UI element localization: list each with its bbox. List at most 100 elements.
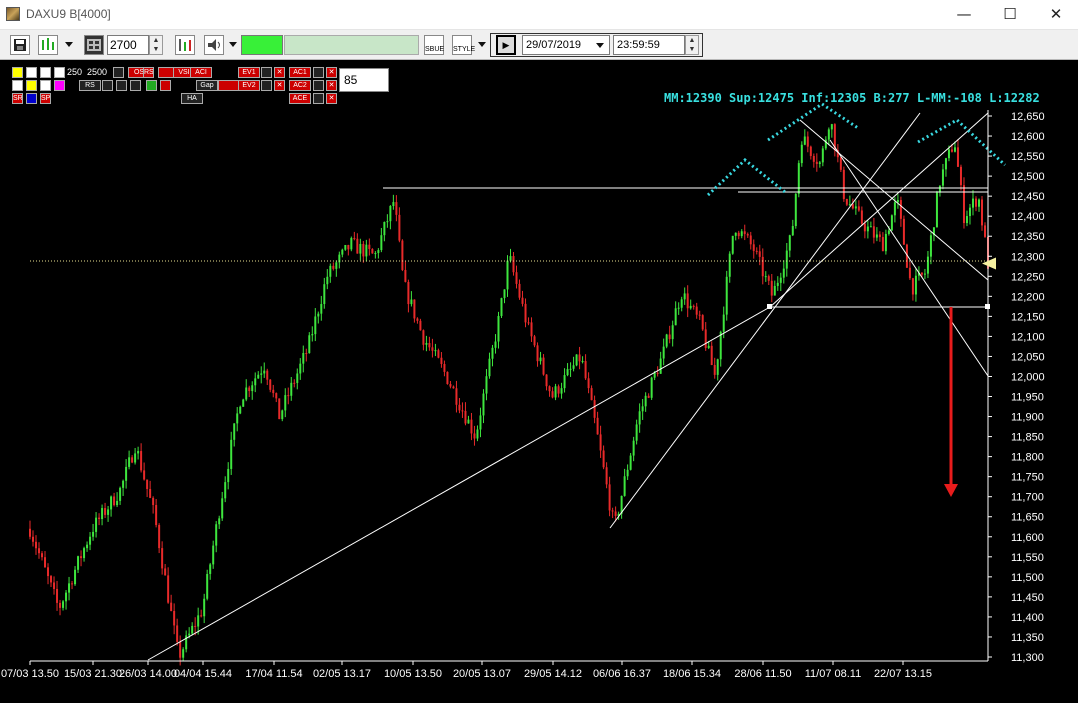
smoothing-input[interactable]: 85: [339, 68, 389, 92]
ace-button[interactable]: ACE: [289, 93, 311, 104]
ac1-button[interactable]: AC1: [289, 67, 311, 78]
sound-icon[interactable]: [204, 35, 224, 55]
candle-body: [497, 315, 500, 342]
channel-tool-icon[interactable]: [54, 67, 65, 78]
rs-button[interactable]: RS: [79, 80, 101, 91]
toggle-icon[interactable]: [313, 93, 324, 104]
hline-tool-icon[interactable]: [40, 67, 51, 78]
candle-body: [551, 391, 554, 398]
candle-body: [50, 576, 53, 583]
candle-body: [683, 293, 686, 300]
y-tick-label: 11,450: [1011, 592, 1044, 604]
close-indicator-icon[interactable]: ✕: [274, 80, 285, 91]
close-indicator-icon[interactable]: ✕: [274, 67, 285, 78]
candle-body: [800, 144, 803, 164]
candle-body: [191, 625, 194, 634]
candle-icon[interactable]: [146, 80, 157, 91]
color-blue-swatch[interactable]: [26, 93, 37, 104]
price-chart[interactable]: 12,650 12,600 12,550 12,500 12,450 12,400 12,3…: [0, 62, 1078, 703]
ev1-button[interactable]: EV1: [238, 67, 260, 78]
candle-body: [767, 276, 770, 281]
x-tick-label: 22/07 13.15: [874, 668, 932, 680]
sp-button[interactable]: SP: [40, 93, 51, 104]
candle-body: [827, 129, 830, 140]
chart-type-dropdown-icon[interactable]: [65, 42, 73, 47]
pen-icon[interactable]: [12, 67, 23, 78]
color-magenta-swatch[interactable]: [54, 80, 65, 91]
toggle-icon[interactable]: [313, 80, 324, 91]
aci-button[interactable]: ACI: [190, 67, 212, 78]
ha-button[interactable]: HA: [181, 93, 203, 104]
candle-icon[interactable]: [160, 80, 171, 91]
candle-body: [155, 505, 158, 526]
rs-icon[interactable]: [102, 80, 113, 91]
bar-chart-icon[interactable]: [175, 35, 195, 55]
candle-body: [941, 169, 944, 186]
chart-tool-icon[interactable]: [113, 67, 124, 78]
sound-dropdown-icon[interactable]: [229, 42, 237, 47]
candle-body: [299, 363, 302, 374]
candle-body: [482, 393, 485, 416]
right-shoulder-arc: [917, 118, 1007, 167]
candle-body: [257, 374, 260, 379]
maximize-button[interactable]: ☐: [987, 0, 1033, 30]
candle-body: [422, 330, 425, 345]
candle-body: [944, 158, 947, 170]
rs-button[interactable]: RS: [143, 67, 154, 78]
minimize-button[interactable]: —: [941, 0, 987, 30]
save-icon[interactable]: [10, 35, 30, 55]
candle-body: [560, 388, 563, 394]
sbue-button[interactable]: SBUE: [424, 35, 444, 55]
style-dropdown-icon[interactable]: [478, 42, 486, 47]
candle-body: [536, 345, 539, 362]
candle-body: [776, 282, 779, 286]
play-button[interactable]: ▶: [496, 35, 516, 55]
list-icon[interactable]: [116, 80, 127, 91]
close-button[interactable]: ✕: [1033, 0, 1078, 30]
chart-type-icon[interactable]: [38, 35, 58, 55]
candle-body: [671, 325, 674, 340]
candle-body: [116, 500, 119, 506]
candle-body: [383, 221, 386, 236]
status-bar: [284, 35, 419, 55]
ev2-button[interactable]: EV2: [238, 80, 260, 91]
close-indicator-icon[interactable]: ✕: [326, 93, 337, 104]
time-input[interactable]: 23:59:59: [613, 35, 685, 55]
sr-button[interactable]: SR: [12, 93, 23, 104]
line-tool-icon[interactable]: [26, 67, 37, 78]
ac2-button[interactable]: AC2: [289, 80, 311, 91]
date-dropdown-icon[interactable]: [596, 43, 604, 48]
setting-250[interactable]: 250: [67, 67, 82, 78]
color-white-swatch[interactable]: [40, 80, 51, 91]
candle-body: [353, 238, 356, 240]
candle-body: [137, 451, 140, 454]
toggle-icon[interactable]: [313, 67, 324, 78]
candle-body: [830, 124, 833, 130]
x-tick-label: 04/04 15.44: [174, 668, 232, 680]
candle-body: [983, 225, 986, 237]
toggle-icon[interactable]: [261, 80, 272, 91]
setting-2500[interactable]: 2500: [87, 67, 107, 78]
candle-body: [518, 283, 521, 298]
candle-body: [266, 370, 269, 380]
candle-body: [416, 318, 419, 321]
style-button[interactable]: STYLE: [452, 35, 475, 55]
color-yellow-swatch[interactable]: [26, 80, 37, 91]
candle-body: [626, 469, 629, 477]
close-indicator-icon[interactable]: ✕: [326, 67, 337, 78]
toggle-icon[interactable]: [261, 67, 272, 78]
bars-count-spinner[interactable]: ▲ ▼: [149, 35, 163, 55]
candle-body: [260, 373, 263, 375]
candle-body: [80, 556, 83, 559]
time-spinner[interactable]: ▲ ▼: [685, 35, 699, 55]
y-tick-label: 12,250: [1011, 271, 1045, 283]
gap-button[interactable]: Gap: [196, 80, 218, 91]
close-indicator-icon[interactable]: ✕: [326, 80, 337, 91]
status-color-swatch: [241, 35, 283, 55]
indicator-button[interactable]: [218, 80, 240, 91]
list-icon[interactable]: [130, 80, 141, 91]
bars-count-input[interactable]: 2700: [107, 35, 149, 55]
color-white-swatch[interactable]: [12, 80, 23, 91]
candle-body: [410, 299, 413, 305]
candle-body: [29, 528, 31, 537]
